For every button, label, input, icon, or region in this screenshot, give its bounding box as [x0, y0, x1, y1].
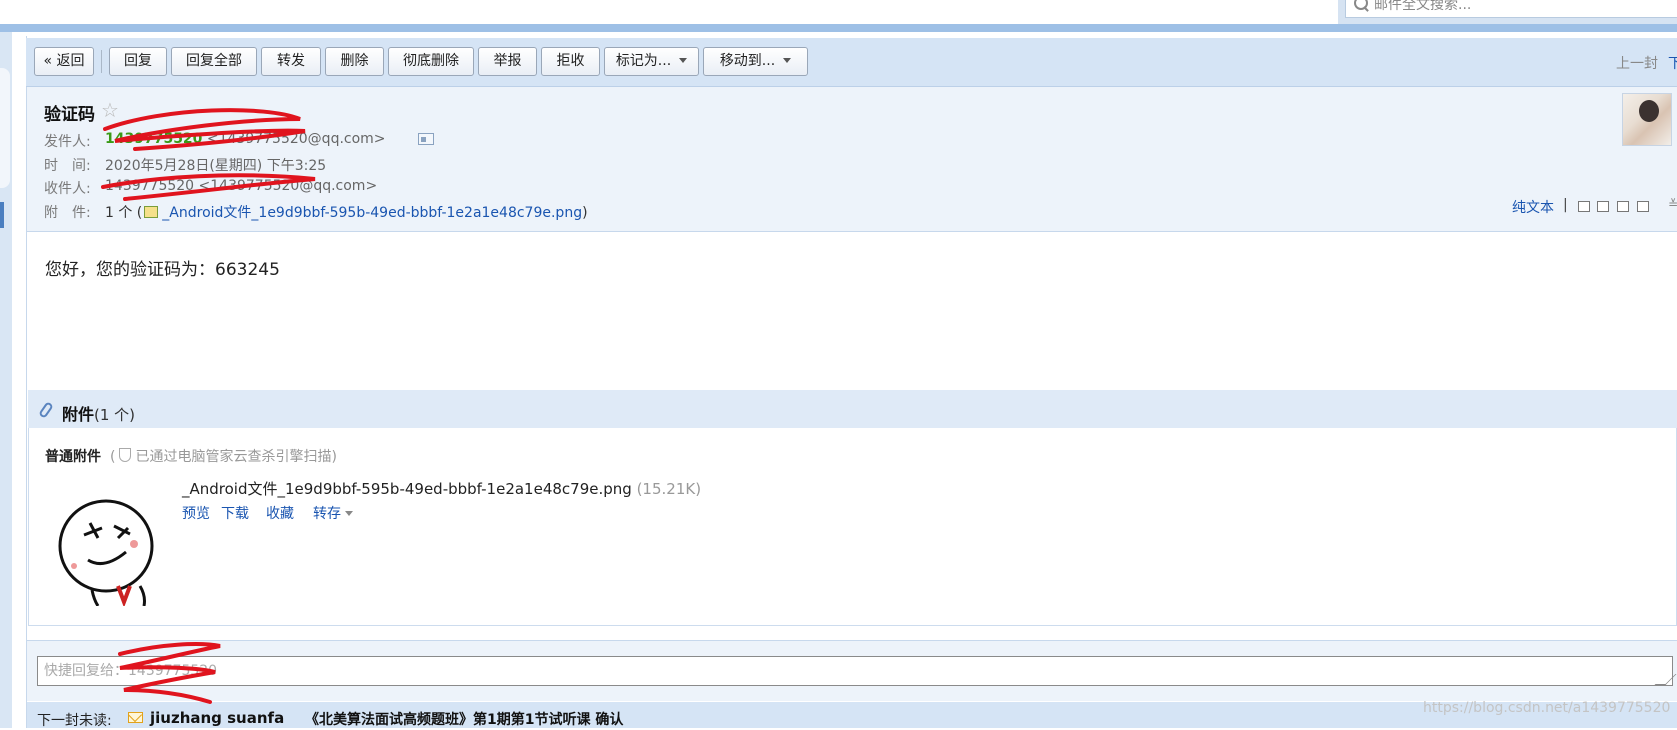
avatar[interactable]: [1622, 93, 1672, 146]
sender-name[interactable]: 1439775520: [105, 131, 202, 147]
prev-mail-link[interactable]: 上一封: [1616, 53, 1658, 73]
contact-card-icon[interactable]: [418, 133, 434, 145]
new-window-icon[interactable]: [1578, 201, 1590, 212]
preview-link[interactable]: 预览: [182, 503, 210, 523]
expand-icon[interactable]: ≚: [1668, 197, 1677, 211]
search-placeholder: 邮件全文搜索...: [1374, 0, 1472, 13]
top-divider: [0, 24, 1677, 32]
normal-attachment-label: 普通附件: [45, 449, 101, 465]
scan-note-open-paren: (: [110, 449, 116, 465]
back-button[interactable]: « 返回: [34, 47, 94, 76]
export-icon[interactable]: [1617, 201, 1629, 212]
save-to-dropdown[interactable]: 转存: [313, 503, 353, 523]
next-unread-subject[interactable]: 《北美算法面试高频题班》第1期第1节试听课 确认: [305, 709, 623, 729]
sidebar-panel-edge: [0, 68, 10, 188]
next-unread-sender[interactable]: jiuzhang suanfa: [150, 709, 284, 727]
save-to-label: 转存: [313, 506, 341, 522]
toolbar-divider: [101, 50, 102, 73]
attachment-title-count: (1 个): [94, 406, 136, 424]
to-label: 收件人:: [44, 181, 91, 197]
delete-button[interactable]: 删除: [325, 47, 384, 76]
envelope-icon: [128, 712, 143, 723]
to-value[interactable]: 1439775520 <1439775520@qq.com>: [105, 178, 377, 194]
watermark: https://blog.csdn.net/a1439775520: [1423, 700, 1671, 716]
favorite-link[interactable]: 收藏: [266, 503, 294, 523]
sidebar-active-marker: [0, 202, 4, 228]
time-value: 2020年5月28日(星期四) 下午3:25: [105, 158, 327, 174]
scan-note: ( 已通过电脑管家云查杀引擎扫描): [110, 446, 337, 466]
star-icon[interactable]: ☆: [101, 98, 119, 122]
header-separator: |: [1563, 197, 1568, 213]
mark-as-dropdown[interactable]: 标记为...: [604, 47, 699, 76]
reply-all-button[interactable]: 回复全部: [171, 47, 257, 76]
image-file-icon: [144, 206, 159, 218]
left-sidebar-strip: [0, 32, 12, 728]
scan-note-text: 已通过电脑管家云查杀引擎扫描): [135, 449, 337, 465]
mark-as-label: 标记为...: [615, 53, 672, 69]
print-icon[interactable]: [1637, 201, 1649, 212]
mail-search-input[interactable]: 邮件全文搜索...: [1345, 0, 1677, 18]
attachment-label: 附 件:: [44, 205, 91, 221]
attachment-title-text: 附件: [62, 405, 95, 424]
attachment-thumbnail[interactable]: [54, 490, 160, 606]
delete-permanently-button[interactable]: 彻底删除: [388, 47, 474, 76]
chevron-down-icon: [345, 511, 353, 516]
shield-icon: [119, 448, 132, 462]
time-label: 时 间:: [44, 158, 91, 174]
reply-button[interactable]: 回复: [109, 47, 167, 76]
plain-text-link[interactable]: 纯文本: [1512, 197, 1554, 217]
quick-reply-input[interactable]: [37, 656, 1673, 686]
forward-button[interactable]: 转发: [261, 47, 321, 76]
search-icon: [1354, 0, 1368, 10]
chevron-down-icon: [783, 58, 792, 63]
reject-button[interactable]: 拒收: [541, 47, 600, 76]
attachment-file-name: _Android文件_1e9d9bbf-595b-49ed-bbbf-1e2a1…: [182, 478, 701, 499]
next-mail-link[interactable]: 下一封: [1668, 53, 1677, 73]
attachment-title: 附件(1 个): [62, 401, 135, 425]
attachment-summary: 1 个 ( _Android文件_1e9d9bbf-595b-49ed-bbbf-…: [105, 202, 588, 222]
move-to-label: 移动到...: [719, 53, 776, 69]
attachment-panel-header: [28, 390, 1677, 428]
attachment-count: 1 个 (: [105, 205, 143, 221]
from-label: 发件人:: [44, 134, 91, 150]
download-link[interactable]: 下载: [221, 503, 249, 523]
attachment-link[interactable]: _Android文件_1e9d9bbf-595b-49ed-bbbf-1e2a1…: [162, 205, 582, 221]
mail-body-text: 您好，您的验证码为：663245: [45, 260, 280, 280]
mail-toolbar: « 返回 回复 回复全部 转发 删除 彻底删除 举报 拒收 标记为... 移动到…: [26, 38, 1677, 87]
note-icon[interactable]: [1597, 201, 1609, 212]
mail-subject: 验证码: [44, 105, 95, 125]
report-button[interactable]: 举报: [478, 47, 537, 76]
move-to-dropdown[interactable]: 移动到...: [703, 47, 808, 76]
sender-email: <1439775520@qq.com>: [206, 131, 386, 147]
from-value: 1439775520 <1439775520@qq.com>: [105, 131, 386, 147]
attachment-file-name-text: _Android文件_1e9d9bbf-595b-49ed-bbbf-1e2a1…: [182, 480, 632, 498]
chevron-down-icon: [679, 58, 688, 63]
attachment-file-size: (15.21K): [636, 480, 702, 498]
attachment-close-paren: ): [582, 205, 588, 221]
next-unread-label: 下一封未读:: [37, 713, 112, 729]
